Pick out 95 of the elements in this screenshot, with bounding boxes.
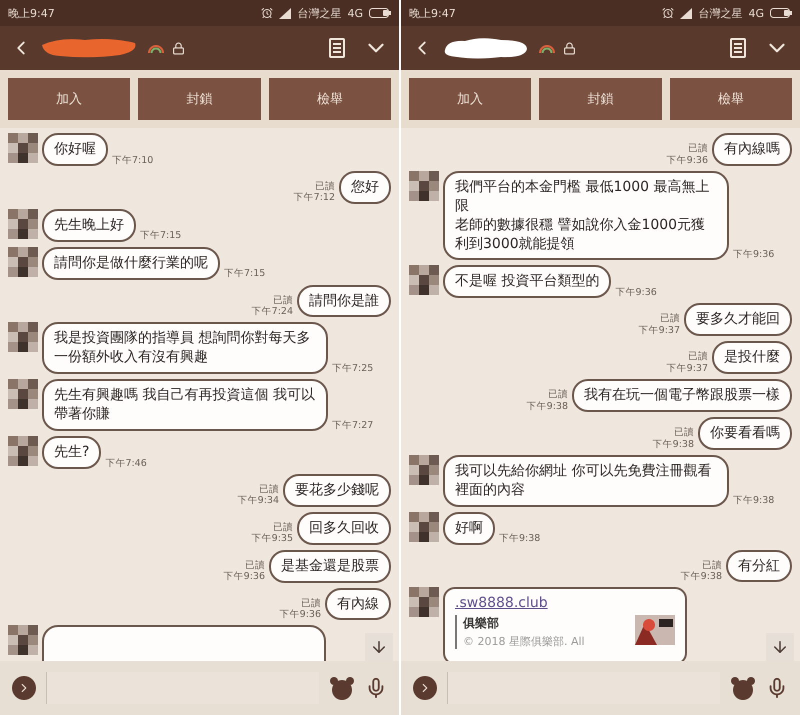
message-time: 下午9:36 <box>733 249 774 260</box>
message-bubble: 好啊 <box>443 512 495 545</box>
signal-icon <box>279 8 292 18</box>
message-bubble: 回多久回收 <box>297 512 391 545</box>
notes-icon[interactable] <box>329 38 345 58</box>
message-time: 下午9:35 <box>252 533 293 545</box>
action-button[interactable]: 封鎖 <box>539 78 662 120</box>
message-time: 下午9:37 <box>666 362 708 374</box>
read-receipt: 已讀 <box>688 351 708 363</box>
message-bubble: 有分紅 <box>726 550 792 582</box>
message-input[interactable] <box>447 672 720 704</box>
message-time: 下午7:15 <box>224 268 266 280</box>
action-button[interactable]: 封鎖 <box>138 78 261 120</box>
read-receipt: 已讀 <box>548 389 568 401</box>
message-time: 下午9:36 <box>224 571 265 583</box>
message-time: 下午9:36 <box>615 286 657 298</box>
message-bubble: 請問你是做什麼行業的呢 <box>42 246 220 280</box>
preview-title: 俱樂部 <box>463 615 500 632</box>
message-bubble: 請問你是誰 <box>297 284 391 318</box>
rainbow-icon <box>539 43 555 53</box>
read-receipt: 已讀 <box>702 560 722 572</box>
network-type: 4G <box>748 6 764 20</box>
message-time: 下午7:25 <box>332 362 374 374</box>
message-bubble: 先生晚上好 <box>42 208 136 242</box>
link[interactable]: .sw8888.club <box>455 595 675 612</box>
carrier-name: 台灣之星 <box>698 6 742 20</box>
message-bubble: 我是投資團隊的指導員 想詢問你對每天多一份額外收入有沒有興趣 <box>42 322 328 374</box>
message-bubble: 您好 <box>339 170 391 204</box>
lock-icon <box>563 42 576 54</box>
message-time: 下午7:27 <box>332 420 374 432</box>
carrier-name: 台灣之星 <box>297 6 342 20</box>
message-input[interactable] <box>46 672 319 704</box>
read-receipt: 已讀 <box>259 484 279 496</box>
message-time: 下午9:38 <box>499 533 540 545</box>
message-bubble: 是投什麼 <box>712 341 792 374</box>
read-receipt: 已讀 <box>315 181 335 192</box>
message-time: 下午7:12 <box>294 192 335 204</box>
message-text: 老師的數據很穩 譬如說你入金1000元獲利到3000就能提領 <box>455 216 706 254</box>
message-bubble: 我有在玩一個電子幣跟股票一樣 <box>572 379 792 412</box>
message-bubble: 有內線嗎 <box>712 133 792 166</box>
message-bubble: 不是喔 投資平台類型的 <box>443 265 612 298</box>
message-time: 下午9:36 <box>666 154 708 166</box>
message-time: 下午9:38 <box>733 495 774 507</box>
message-time: 下午9:37 <box>638 324 680 336</box>
status-time: 晚上9:47 <box>409 6 456 20</box>
message-time: 下午7:15 <box>140 230 182 242</box>
battery-icon <box>369 8 391 18</box>
read-receipt: 已讀 <box>273 522 293 534</box>
action-button[interactable]: 檢舉 <box>670 78 792 120</box>
read-receipt: 已讀 <box>273 294 293 306</box>
arrow-down-icon <box>370 638 388 656</box>
lock-icon <box>172 42 185 54</box>
message-time: 下午7:46 <box>105 458 147 469</box>
message-bubble: 要多久才能回 <box>684 303 792 336</box>
message-time: 下午9:38 <box>652 438 694 450</box>
bear-sticker-icon[interactable] <box>730 676 756 700</box>
message-bubble: 有內線 <box>325 588 391 620</box>
message-time: 下午9:38 <box>680 571 722 582</box>
expand-button[interactable] <box>413 676 437 700</box>
scroll-down-button[interactable] <box>766 633 794 661</box>
read-receipt: 已讀 <box>674 427 694 439</box>
action-button[interactable]: 加入 <box>409 78 532 120</box>
preview-text: © 2018 星際俱樂部. All <box>463 634 586 650</box>
message-bubble: 你好喔 <box>42 133 108 166</box>
read-receipt: 已讀 <box>245 560 265 572</box>
arrow-down-icon <box>771 638 789 656</box>
status-time: 晚上9:47 <box>8 6 55 20</box>
network-type: 4G <box>347 6 363 20</box>
message-bubble: 是基金還是股票 <box>269 550 391 583</box>
read-receipt: 已讀 <box>688 143 708 154</box>
message-time: 下午9:34 <box>238 495 279 507</box>
alarm-icon <box>261 7 274 19</box>
message-bubble: 要花多少錢呢 <box>283 474 391 507</box>
message-bubble: 先生有興趣嗎 我自己有再投資這個 我可以帶著你賺 <box>42 379 328 432</box>
message-time: 下午9:38 <box>526 400 568 412</box>
battery-icon <box>770 8 792 18</box>
message-time: 下午9:36 <box>280 609 321 620</box>
link-preview-card[interactable]: .sw8888.club 俱樂部 © 2018 星際俱樂部. All <box>443 587 687 661</box>
message-time: 下午7:24 <box>252 306 293 318</box>
message-text: 我們平台的本金門檻 最低1000 最高無上限 <box>455 178 711 216</box>
action-button[interactable]: 加入 <box>8 78 130 120</box>
expand-button[interactable] <box>12 676 36 700</box>
read-receipt: 已讀 <box>660 313 680 325</box>
message-bubble: 你要看看嗎 <box>698 417 792 450</box>
alarm-icon <box>662 7 674 19</box>
signal-icon <box>680 8 692 18</box>
action-button[interactable]: 檢舉 <box>268 78 391 120</box>
message-bubble: 我可以先給你網址 你可以先免費注冊觀看裡面的內容 <box>443 454 729 507</box>
read-receipt: 已讀 <box>301 598 321 610</box>
message-time: 下午7:10 <box>112 154 154 166</box>
notes-icon[interactable] <box>730 38 746 58</box>
bear-sticker-icon[interactable] <box>329 676 355 700</box>
rainbow-icon <box>148 43 164 53</box>
scroll-down-button[interactable] <box>365 633 393 661</box>
message-bubble: 先生? <box>42 436 102 469</box>
